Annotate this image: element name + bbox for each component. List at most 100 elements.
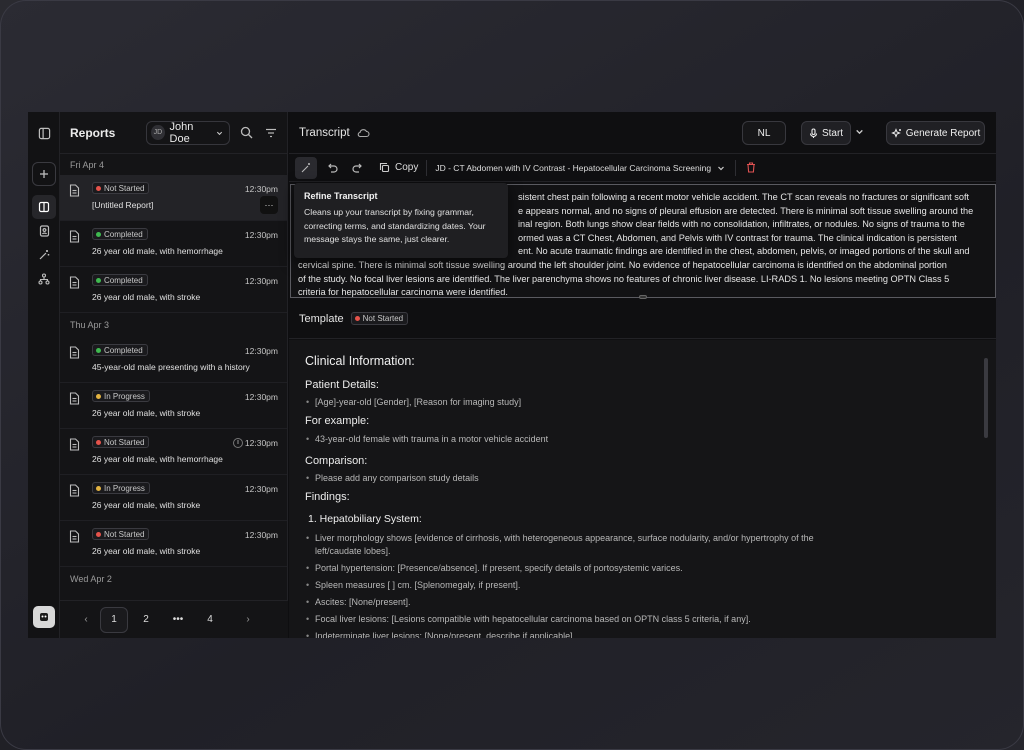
report-item[interactable]: Completed 12:30pm 45-year-old male prese… (60, 337, 287, 383)
icon-rail (28, 112, 60, 638)
subheading: Patient Details: (305, 379, 379, 391)
list-item: Portal hypertension: [Presence/absence].… (305, 562, 845, 575)
user-selector[interactable]: JD John Doe (146, 120, 230, 145)
page-button[interactable]: 4 (196, 607, 224, 633)
list-item: Ascites: [None/present]. (305, 596, 845, 609)
report-title: 26 year old male, with stroke (92, 500, 201, 510)
status-badge: Completed (92, 344, 148, 356)
subheading: Findings: (305, 491, 350, 503)
report-item[interactable]: In Progress 12:30pm 26 year old male, wi… (60, 475, 287, 521)
page-ellipsis: ••• (172, 614, 184, 625)
tooltip-title: Refine Transcript (304, 191, 378, 201)
contact-book-icon[interactable] (32, 219, 56, 243)
document-icon (69, 346, 80, 359)
list-item: 43-year-old female with trauma in a moto… (305, 433, 845, 446)
reports-title: Reports (70, 125, 116, 140)
toolbar-divider (426, 159, 428, 176)
start-label: Start (821, 127, 844, 139)
refine-tooltip: Refine Transcript Cleans up your transcr… (294, 183, 508, 258)
chevron-down-icon[interactable] (855, 127, 864, 136)
page-button[interactable]: 2 (132, 607, 160, 633)
template-title: Template (299, 312, 344, 325)
template-document[interactable]: Clinical Information: Patient Details: [… (289, 340, 996, 638)
transcript-toolbar: Copy JD - CT Abdomen with IV Contrast - … (289, 154, 996, 182)
report-time: 12:30pm (244, 346, 278, 356)
next-page-icon[interactable]: › (236, 614, 260, 625)
report-time: 12:30pm (244, 484, 278, 494)
pause-icon[interactable]: II (233, 438, 243, 448)
page-button[interactable]: 1 (100, 606, 128, 633)
device-frame: Reports JD John Doe Fri Apr 4 Not Starte… (0, 0, 1024, 750)
subheading: Comparison: (305, 455, 368, 467)
pagination: ‹ 1 2 ••• 4 › (60, 600, 288, 638)
date-group-label: Fri Apr 4 (70, 159, 105, 170)
magic-wand-icon[interactable] (32, 243, 56, 267)
filter-icon[interactable] (265, 128, 277, 138)
report-item[interactable]: Not Started 12:30pm [Untitled Report] ··… (60, 175, 287, 221)
hierarchy-icon[interactable] (32, 267, 56, 291)
refine-wand-icon[interactable] (295, 156, 317, 179)
report-item[interactable]: In Progress 12:30pm 26 year old male, wi… (60, 383, 287, 429)
status-badge: Completed (92, 228, 148, 240)
template-name: JD - CT Abdomen with IV Contrast - Hepat… (435, 162, 712, 173)
reports-list-panel: Reports JD John Doe Fri Apr 4 Not Starte… (60, 112, 288, 638)
app-window: Reports JD John Doe Fri Apr 4 Not Starte… (28, 112, 996, 638)
list-item: Focal liver lesions: [Lesions compatible… (305, 613, 845, 626)
scrollbar[interactable] (984, 358, 988, 438)
undo-icon[interactable] (321, 157, 343, 179)
microphone-icon (809, 127, 817, 138)
cloud-sync-icon (357, 128, 370, 138)
report-item[interactable]: Not Started II 12:30pm 26 year old male,… (60, 429, 287, 475)
status-badge: In Progress (92, 390, 150, 402)
transcript-line: cervical spine. There is minimal soft ti… (298, 259, 947, 270)
sidebar-toggle-icon[interactable] (32, 121, 56, 145)
report-time: 12:30pm (244, 184, 278, 194)
status-badge: In Progress (92, 482, 150, 494)
list-item: Indeterminate liver lesions: [None/prese… (305, 630, 845, 638)
list-item: Liver morphology shows [evidence of cirr… (305, 532, 845, 558)
report-title: 26 year old male, with hemorrhage (92, 246, 223, 256)
sparkle-icon (890, 127, 901, 138)
prev-page-icon[interactable]: ‹ (74, 614, 98, 625)
generate-report-button[interactable]: Generate Report (886, 121, 985, 145)
start-recording-button[interactable]: Start (801, 121, 851, 145)
list-item: Spleen measures [ ] cm. [Splenomegaly, i… (305, 579, 845, 592)
report-title: 26 year old male, with stroke (92, 292, 201, 302)
list-item: [Age]-year-old [Gender], [Reason for ima… (305, 396, 845, 409)
status-badge: Not Started (92, 182, 150, 194)
redo-icon[interactable] (347, 157, 369, 179)
generate-label: Generate Report (905, 127, 981, 139)
report-item[interactable]: Completed 12:30pm 26 year old male, with… (60, 267, 287, 313)
main-panel: Transcript NL Start Generate Report Copy… (289, 112, 996, 638)
new-report-plus-icon[interactable] (32, 162, 56, 186)
top-bar: Transcript NL Start Generate Report (289, 112, 996, 154)
report-time: 12:30pm (244, 438, 278, 448)
toolbar-divider (735, 159, 737, 176)
document-icon (69, 530, 80, 543)
search-icon[interactable] (240, 126, 253, 139)
report-item[interactable]: Not Started 12:30pm 26 year old male, wi… (60, 521, 287, 567)
template-selector[interactable]: JD - CT Abdomen with IV Contrast - Hepat… (435, 163, 725, 173)
report-title: [Untitled Report] (92, 200, 154, 210)
report-title: 26 year old male, with stroke (92, 546, 201, 556)
reports-panel-icon[interactable] (32, 195, 56, 219)
subheading: For example: (305, 415, 370, 427)
document-icon (69, 230, 80, 243)
transcript-line: of the study. No focal liver lesions are… (298, 273, 950, 284)
report-item[interactable]: Completed 12:30pm 26 year old male, with… (60, 221, 287, 267)
trash-icon[interactable] (746, 162, 756, 173)
template-header: Template Not Started (289, 299, 996, 339)
copy-button[interactable]: Copy (379, 162, 418, 173)
document-icon (69, 438, 80, 451)
user-name: John Doe (169, 120, 194, 145)
status-badge: Completed (92, 274, 148, 286)
document-icon (69, 484, 80, 497)
user-avatar-small: JD (151, 125, 165, 140)
reports-header: Reports JD John Doe (60, 112, 287, 154)
user-avatar[interactable] (33, 606, 55, 628)
more-options-button[interactable]: ··· (260, 196, 278, 214)
language-button[interactable]: NL (742, 121, 786, 145)
tooltip-body: Cleans up your transcript by fixing gram… (304, 207, 486, 244)
report-time: 12:30pm (244, 530, 278, 540)
date-group-label: Wed Apr 2 (70, 574, 112, 584)
